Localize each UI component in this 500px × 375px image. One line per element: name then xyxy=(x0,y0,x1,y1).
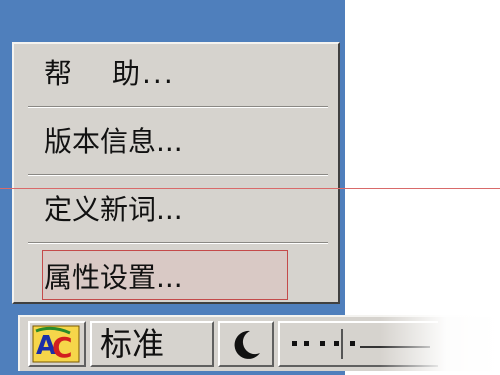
menu-item-properties-label: 属性设置... xyxy=(44,261,183,294)
menu-item-properties[interactable]: 属性设置... xyxy=(44,252,314,304)
menu-item-version-info-label: 版本信息... xyxy=(44,125,183,158)
half-moon-icon xyxy=(234,330,260,359)
blurred-edge xyxy=(380,295,500,375)
menu-separator xyxy=(28,106,328,108)
menu-item-help[interactable]: 帮 助... xyxy=(44,48,314,100)
menu-item-version-info[interactable]: 版本信息... xyxy=(44,116,314,168)
svg-text:C: C xyxy=(52,331,73,364)
menu-item-define-new-word[interactable]: 定义新词... xyxy=(44,184,314,236)
menu-item-define-new-word-label: 定义新词... xyxy=(44,193,183,226)
input-mode-button[interactable]: 标准 xyxy=(90,321,214,367)
half-width-toggle[interactable] xyxy=(218,321,274,367)
context-menu: 帮 助... 版本信息... 定义新词... 属性设置... xyxy=(12,42,340,304)
red-guide-line xyxy=(0,188,500,189)
menu-item-help-label-a: 帮 xyxy=(44,57,75,90)
input-mode-label: 标准 xyxy=(100,325,165,363)
menu-separator xyxy=(28,242,328,244)
menu-separator xyxy=(28,174,328,176)
ime-logo-icon: A C xyxy=(32,325,80,364)
ime-logo-button[interactable]: A C xyxy=(28,321,86,367)
menu-item-help-label-b: 助... xyxy=(112,57,175,90)
